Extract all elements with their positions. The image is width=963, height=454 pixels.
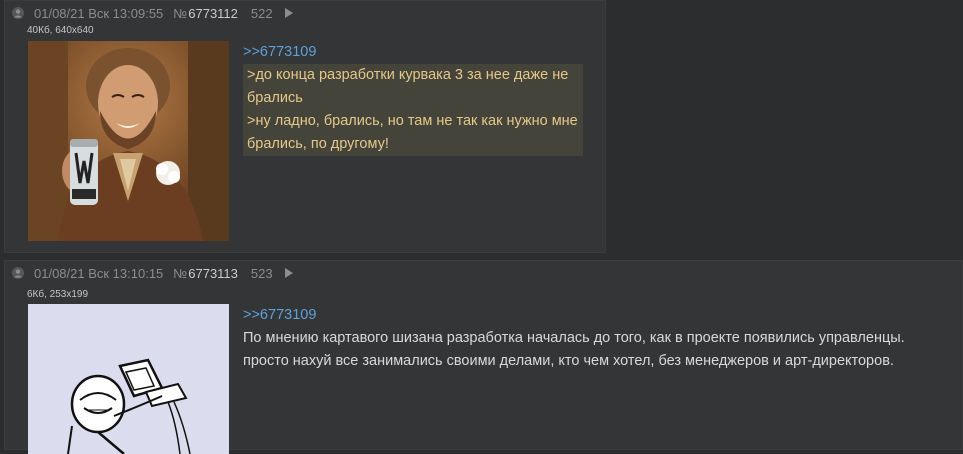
message-text: По мнению картавого шизана разработка на…: [243, 330, 905, 369]
user-avatar-icon: [12, 267, 24, 279]
post-order: 522: [250, 5, 273, 21]
post-header: 01/08/21 Вск 13:10:15 № 6773113 523: [12, 265, 293, 281]
play-icon[interactable]: [284, 268, 293, 278]
user-avatar-icon: [12, 7, 24, 19]
meme-drawing-image: [28, 304, 229, 454]
post-number-sign: №: [173, 265, 188, 281]
file-info: 40Кб, 640x640: [27, 25, 94, 36]
file-info: 6Кб, 253x199: [27, 289, 89, 300]
post-message: >>6773109 По мнению картавого шизана раз…: [243, 304, 943, 373]
post-order: 523: [250, 265, 273, 281]
post-6773113: 01/08/21 Вск 13:10:15 № 6773113 523 6Кб,…: [4, 260, 963, 454]
post-header: 01/08/21 Вск 13:09:55 № 6773112 522: [12, 5, 293, 21]
laughing-man-image: [28, 41, 229, 241]
post-number-link[interactable]: 6773112: [188, 6, 238, 21]
post-date: 01/08/21 Вск 13:10:15: [34, 265, 164, 281]
post-image-thumbnail[interactable]: [28, 304, 229, 454]
post-number-sign: №: [173, 5, 188, 21]
post-date: 01/08/21 Вск 13:09:55: [34, 5, 164, 21]
post-message: >>6773109 >до конца разработки курвака 3…: [243, 41, 583, 156]
reply-link[interactable]: >>6773109: [243, 304, 943, 327]
post-image-thumbnail[interactable]: [28, 41, 229, 241]
post-number-link[interactable]: 6773113: [188, 266, 238, 281]
reply-link[interactable]: >>6773109: [243, 41, 583, 64]
quote-text: >до конца разработки курвака 3 за нее да…: [243, 64, 583, 156]
play-icon[interactable]: [284, 8, 293, 18]
post-6773112: 01/08/21 Вск 13:09:55 № 6773112 522 40Кб…: [4, 0, 606, 253]
